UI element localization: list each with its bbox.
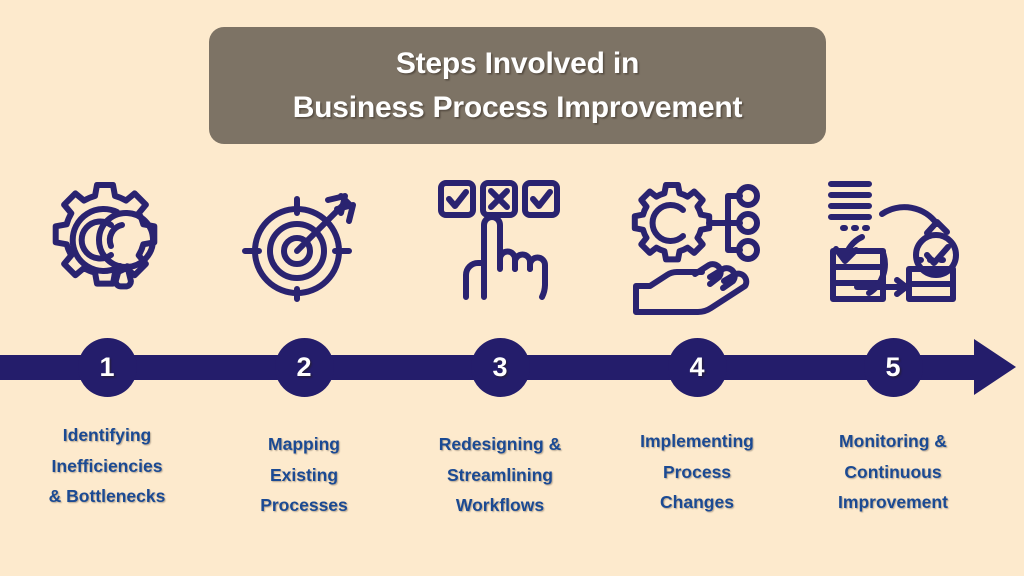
step-label-4-line-1: Implementing [640,431,754,451]
step-label-3-line-1: Redesigning & [438,434,562,454]
step-label-5-line-3: Improvement [838,492,948,512]
step-label-1-line-1: Identifying [62,425,152,445]
step-number-5: 5 [885,352,901,382]
step-label-4-line-2: Process [662,461,732,482]
gear-magnifier-icon [43,170,171,310]
step-label-4: Implementing Process Changes [587,426,807,518]
step-label-2-line-2: Existing [269,464,339,485]
step-5 [793,170,993,310]
target-arrow-icon [242,170,364,310]
step-number-2: 2 [296,352,312,382]
step-marker-3[interactable]: 3 [470,338,530,397]
title-line-2: Business Process Improvement [292,90,743,124]
step-1 [7,170,207,310]
step-label-5-line-2: Continuous [844,461,942,482]
step-label-2: Mapping Existing Processes [194,429,414,521]
checkbox-hand-icon [438,170,562,310]
step-label-3-line-2: Streamlining [447,464,553,485]
step-marker-1[interactable]: 1 [77,338,137,397]
step-number-3: 3 [492,352,508,382]
gear-network-hand-icon [631,170,761,315]
step-label-2-line-3: Processes [260,495,348,515]
step-number-4: 4 [689,352,705,382]
step-marker-4[interactable]: 4 [667,338,727,397]
title-line-1: Steps Involved in [395,46,640,80]
step-number-1: 1 [99,352,115,382]
step-label-3: Redesigning & Streamlining Workflows [390,429,610,521]
step-3 [400,170,600,310]
step-2 [204,170,404,310]
step-marker-2[interactable]: 2 [274,338,334,397]
infographic-canvas: Steps Involved in Business Process Impro… [0,0,1024,576]
step-label-5-line-1: Monitoring & [839,431,947,451]
step-marker-5[interactable]: 5 [863,338,923,397]
step-label-4-line-3: Changes [660,492,734,512]
title-banner: Steps Involved in Business Process Impro… [209,27,826,144]
step-label-5: Monitoring & Continuous Improvement [783,426,1003,518]
step-label-1-line-2: Inefficiencies [51,455,163,476]
step-label-1-line-3: & Bottlenecks [48,486,166,506]
step-label-1: Identifying Inefficiencies & Bottlenecks [0,420,217,512]
step-label-3-line-3: Workflows [455,495,545,515]
monitoring-cycle-icon [827,170,959,310]
step-4 [597,170,797,315]
step-label-2-line-1: Mapping [268,434,340,454]
timeline-arrow-icon [974,339,1016,395]
